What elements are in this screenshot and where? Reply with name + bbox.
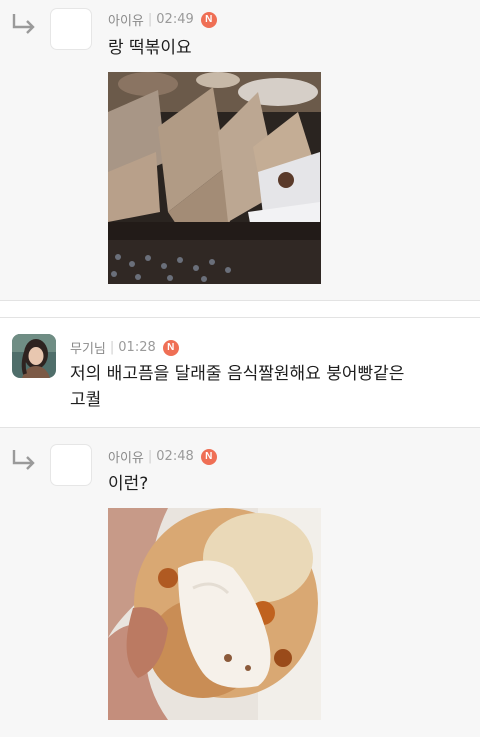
reply-arrow-icon (12, 450, 35, 470)
avatar[interactable] (50, 444, 92, 486)
attached-photo[interactable] (108, 508, 321, 720)
comment-reply-1: 아이유 | 02:49 N 랑 떡볶이요 (0, 0, 480, 300)
avatar[interactable] (50, 8, 92, 50)
comment-text-line: 저의 배고픔을 달래줄 음식짤원해요 붕어빵같은 (70, 364, 405, 384)
author-name[interactable]: 아이유 (108, 10, 144, 29)
attached-photo[interactable] (108, 72, 321, 284)
comment-text-line: 고퀄 (70, 390, 102, 410)
divider (0, 300, 480, 301)
comment-text: 저의 배고픔을 달래줄 음식짤원해요 붕어빵같은 고퀄 (70, 361, 404, 413)
comment-reply-2: 아이유 | 02:48 N 이런? (0, 428, 480, 737)
new-badge: N (200, 11, 217, 28)
timestamp: 01:28 (118, 340, 156, 355)
rice-cake-photo-icon (108, 72, 321, 284)
comment-meta: 아이유 | 02:49 N (108, 10, 217, 29)
new-badge: N (200, 448, 217, 465)
comment-2: 무기님 | 01:28 N 저의 배고픔을 달래줄 음식짤원해요 붕어빵같은 고… (0, 318, 480, 426)
comment-text: 랑 떡볶이요 (108, 38, 192, 58)
author-name[interactable]: 아이유 (108, 447, 144, 466)
new-badge: N (162, 339, 179, 356)
scone-cream-photo-icon (108, 508, 321, 720)
comment-meta: 아이유 | 02:48 N (108, 447, 217, 466)
timestamp: 02:48 (156, 449, 194, 464)
timestamp: 02:49 (156, 12, 194, 27)
comment-text: 이런? (108, 474, 149, 494)
comment-meta: 무기님 | 01:28 N (70, 338, 179, 357)
reply-arrow-icon (12, 14, 35, 34)
author-name[interactable]: 무기님 (70, 338, 106, 357)
profile-avatar-icon[interactable] (12, 334, 56, 378)
